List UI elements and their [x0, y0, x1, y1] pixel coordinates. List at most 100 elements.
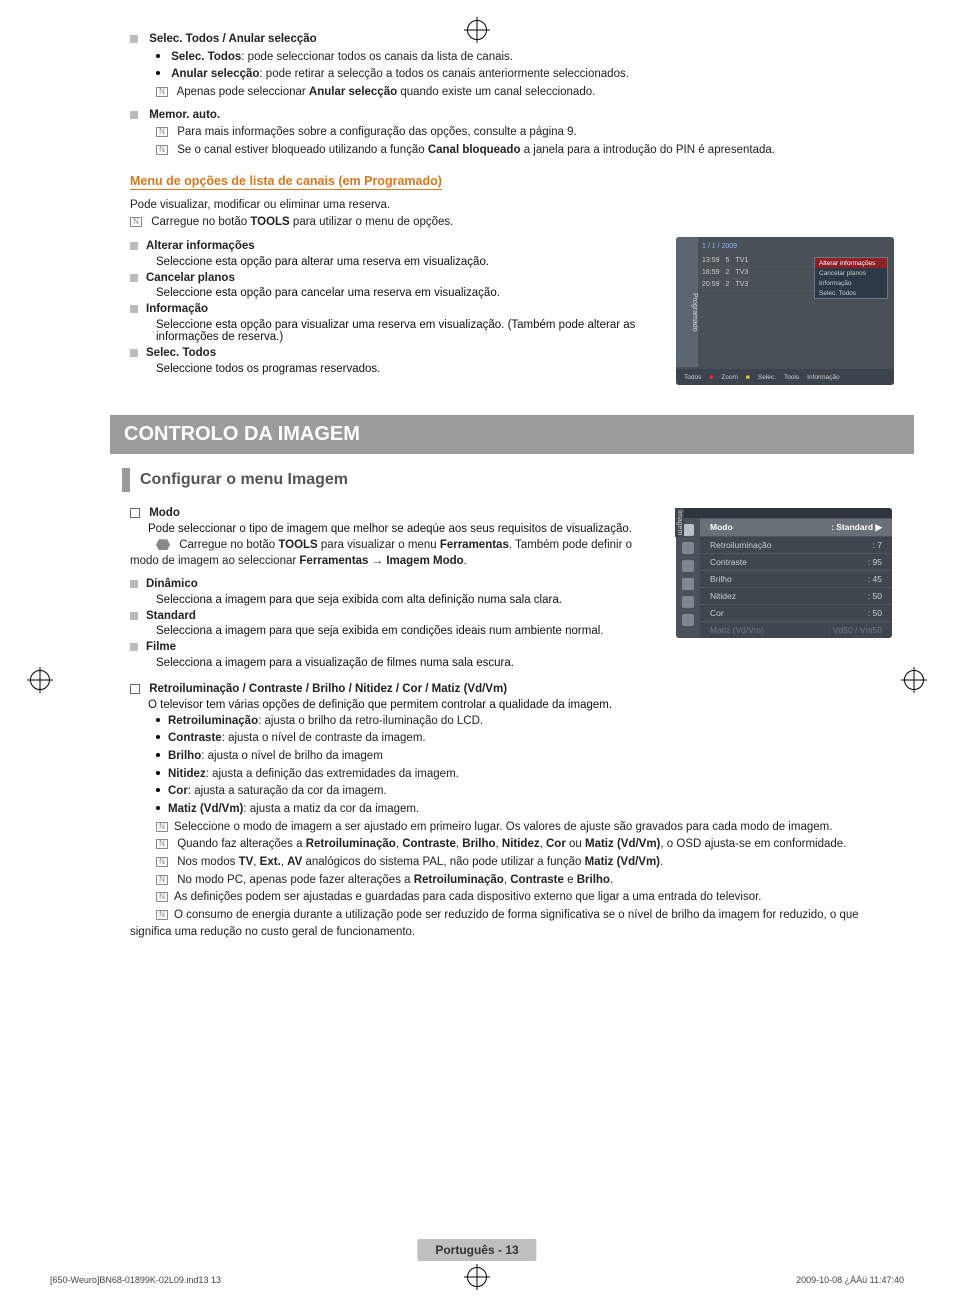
bullet-line: Anular selecção: pode retirar a selecção…: [130, 66, 894, 83]
term: TOOLS: [250, 216, 289, 228]
cell: 2: [726, 269, 730, 276]
term: TV: [239, 856, 254, 868]
term: Anular selecção: [171, 68, 259, 80]
term: Matiz (Vd/Vm): [168, 803, 243, 815]
term: Matiz (Vd/Vm): [585, 856, 660, 868]
heading-text: Memor. auto.: [149, 109, 220, 121]
text: O televisor tem várias opções de definiç…: [148, 699, 894, 711]
osd-screenshot-programado: Programado 1 / 1 / 2009 13:595TV1 18:592…: [676, 237, 894, 385]
outline-box-icon: [130, 508, 140, 518]
heading-text: Informação: [146, 303, 208, 315]
text: Seleccione o modo de imagem a ser ajusta…: [174, 821, 832, 833]
term: Selec. Todos: [171, 51, 241, 63]
note-icon: N: [156, 127, 168, 137]
two-column-layout: Modo Pode seleccionar o tipo de imagem q…: [130, 504, 894, 671]
bullet-line: Contraste: ajusta o nível de contraste d…: [130, 730, 894, 747]
key: Cor: [710, 608, 724, 618]
heading-text: Selec. Todos: [146, 347, 216, 359]
note-line: N Seleccione o modo de imagem a ser ajust…: [130, 819, 894, 836]
bullet-square-icon: [130, 612, 138, 620]
osd-context-menu: Alterar informações Cancelar planos Info…: [814, 257, 888, 299]
bullet-square-icon: [130, 242, 138, 250]
foot-item: Informação: [807, 374, 840, 381]
description: Seleccione esta opção para cancelar uma …: [156, 287, 660, 299]
section-band: CONTROLO DA IMAGEM: [110, 415, 914, 454]
key: Nitidez: [710, 591, 736, 601]
bullet-dot-icon: [156, 771, 160, 775]
heading-options-menu: Menu de opções de lista de canais (em Pr…: [130, 174, 442, 190]
description: Seleccione esta opção para alterar uma r…: [156, 256, 660, 268]
heading-text: Standard: [146, 610, 196, 622]
cell: 13:59: [702, 257, 720, 264]
heading-text: Retroiluminação / Contraste / Brilho / N…: [149, 683, 507, 695]
text: : ajusta o nível de contraste da imagem.: [222, 732, 426, 744]
option-item: Selec. Todos Seleccione todos os program…: [130, 345, 660, 375]
bullet-dot-icon: [156, 753, 160, 757]
text: Para mais informações sobre a configuraç…: [177, 126, 577, 138]
foot-item: Tools: [784, 374, 799, 381]
bullet-list: Retroiluminação: ajusta o brilho da retr…: [130, 713, 894, 818]
text: para utilizar o menu de opções.: [293, 216, 453, 228]
term: Ferramentas → Imagem Modo: [299, 555, 463, 567]
key: Matiz (Vd/Vm): [710, 625, 764, 635]
column-left: Alterar informações Seleccione esta opçã…: [130, 237, 660, 377]
osd-tab-icon: [682, 542, 694, 554]
term: Contraste: [168, 732, 222, 744]
option-item: Informação Seleccione esta opção para vi…: [130, 301, 660, 343]
osd-tab-icon: [682, 614, 694, 626]
note-line: N Se o canal estiver bloqueado utilizand…: [130, 142, 894, 159]
cell: 5: [726, 257, 730, 264]
value: : Standard ▶: [831, 522, 882, 533]
text: a janela para a introdução do PIN é apre…: [524, 144, 775, 156]
heading-text: Alterar informações: [146, 240, 255, 252]
text: As definições podem ser ajustadas e guar…: [174, 891, 762, 903]
text: , o OSD ajusta-se em conformidade.: [660, 838, 846, 850]
bullet-line: Nitidez: ajusta a definição das extremid…: [130, 766, 894, 783]
bullet-square-icon: [130, 274, 138, 282]
menu-item: Selec. Todos: [815, 288, 887, 298]
mode-item: Standard Selecciona a imagem para que se…: [130, 608, 660, 638]
bullet-dot-icon: [156, 718, 160, 722]
osd-row: Cor: 50: [700, 604, 892, 621]
osd-row: Modo: Standard ▶: [700, 518, 892, 536]
tools-line: Carregue no botão TOOLS para visualizar …: [130, 537, 660, 570]
term: Retroiluminação: [414, 874, 504, 886]
heading-text: Selec. Todos / Anular selecção: [149, 33, 316, 45]
text: .: [610, 874, 613, 886]
text: No modo PC, apenas pode fazer alterações…: [177, 874, 414, 886]
text: : ajusta a saturação da cor da imagem.: [188, 785, 387, 797]
note-line: N Apenas pode seleccionar Anular selecçã…: [130, 84, 894, 101]
cell: 18:59: [702, 269, 720, 276]
tools-icon: [156, 539, 170, 550]
bullet-dot-icon: [156, 735, 160, 739]
bullet-dot-icon: [156, 54, 160, 58]
value: : 95: [868, 557, 882, 567]
note-icon: N: [156, 822, 168, 832]
text: Pode seleccionar o tipo de imagem que me…: [148, 523, 660, 535]
text: Carregue no botão: [151, 216, 250, 228]
description: Seleccione esta opção para visualizar um…: [156, 319, 660, 343]
bullet-line: Brilho: ajusta o nível de brilho da imag…: [130, 748, 894, 765]
note-icon: N: [156, 875, 168, 885]
term: Retroiluminação: [306, 838, 396, 850]
term: Anular selecção: [309, 86, 397, 98]
osd-tab-icon: [682, 560, 694, 572]
description: Selecciona a imagem para que seja exibid…: [156, 594, 660, 606]
note-icon: N: [156, 87, 168, 97]
key: Retroiluminação: [710, 540, 771, 550]
osd-screenshot-imagem: Imagem Modo: Standard ▶ Retroiluminação:…: [676, 508, 892, 638]
term: Nitidez: [168, 768, 206, 780]
term: Matiz (Vd/Vm): [585, 838, 660, 850]
heading-text: Filme: [146, 641, 176, 653]
text: : pode retirar a selecção a todos os can…: [259, 68, 629, 80]
text: : ajusta o brilho da retro-iluminação do…: [258, 715, 483, 727]
text: .: [660, 856, 663, 868]
heading-memor-auto: Memor. auto.: [130, 107, 894, 124]
menu-item: Cancelar planos: [815, 268, 887, 278]
osd-list: Modo: Standard ▶ Retroiluminação: 7 Cont…: [700, 518, 892, 638]
osd-side-label: Imagem: [676, 508, 684, 537]
page-number-badge: Português - 13: [417, 1239, 536, 1261]
bullet-square-icon: [130, 643, 138, 651]
note-line: N Para mais informações sobre a configur…: [130, 124, 894, 141]
text: : ajusta a matiz da cor da imagem.: [243, 803, 419, 815]
